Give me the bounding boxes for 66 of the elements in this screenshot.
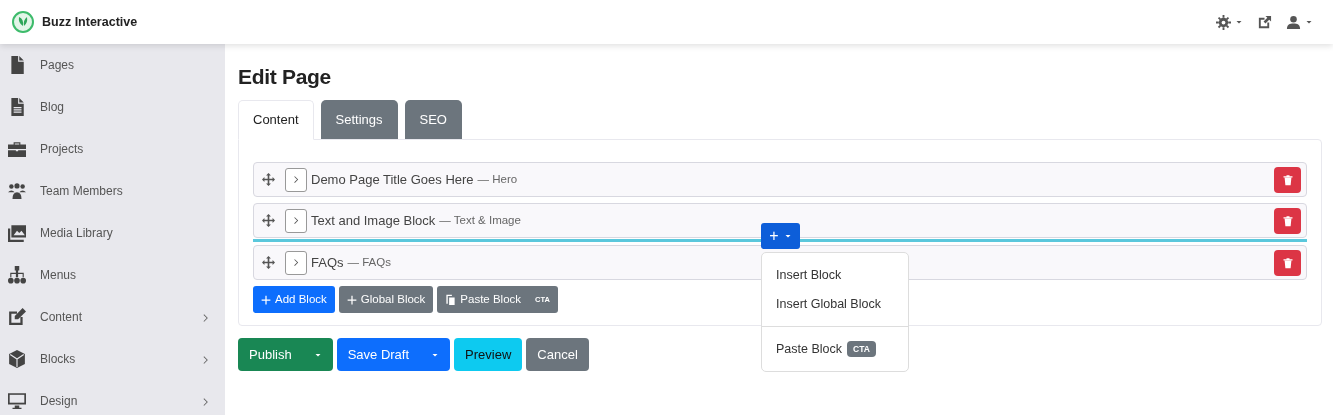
block-title: Text and Image Block [311,211,436,230]
chevron-icon [291,258,301,267]
sidebar-item[interactable]: Blocks [0,338,225,380]
block-type: — Hero [477,171,518,187]
edit-icon [8,308,26,326]
plus-icon [261,294,271,305]
sidebar-item[interactable]: Team Members [0,170,225,212]
move-handle-icon [262,173,275,186]
people-icon [8,182,26,200]
delete-button[interactable] [1274,207,1301,234]
document-icon [8,98,26,116]
sidebar-item[interactable]: Media Library [0,212,225,254]
user-icon [1286,14,1301,30]
move-handle-icon [262,214,275,227]
sidebar-item[interactable]: Design [0,380,225,415]
menu-item[interactable]: Insert Block [762,261,908,290]
save-draft-button[interactable]: Save Draft [336,338,451,372]
global-block-button[interactable]: Global Block [338,286,434,314]
settings-menu[interactable] [1216,14,1243,30]
page-title: Edit Page [238,64,332,90]
briefcase-icon [8,140,26,158]
sidebar-item[interactable]: Projects [0,128,225,170]
external-link-icon[interactable] [1257,14,1272,30]
tab[interactable]: Settings [320,99,398,139]
cancel-button[interactable]: Cancel [526,338,589,372]
sitemap-icon [8,266,26,284]
menu-item[interactable]: Insert Global Block [762,289,908,319]
cube-icon [8,350,26,368]
menu-item[interactable]: Paste Block CTA [762,325,908,364]
expand-button[interactable] [285,208,307,233]
tab[interactable]: SEO [404,99,462,139]
block-type: — Text & Image [439,212,521,228]
sidebar-item[interactable]: Pages [0,44,225,86]
copy-icon [445,294,457,306]
delete-button[interactable] [1274,249,1301,276]
chevron-icon [291,175,301,184]
move-handle-icon [262,256,275,269]
monitor-icon [8,392,26,410]
trash-icon [1281,173,1294,186]
user-menu[interactable] [1286,14,1313,30]
caret-icon [1235,18,1243,26]
preview-button[interactable]: Preview [454,338,523,372]
publish-button[interactable]: Publish [238,338,333,372]
expand-button[interactable] [285,167,307,192]
block-title: Demo Page Title Goes Here [311,170,474,189]
settings-icon [1216,14,1231,30]
trash-icon [1281,256,1294,269]
file-icon [8,56,26,74]
sidebar-item[interactable]: Menus [0,254,225,296]
brand-name[interactable]: Buzz Interactive [42,12,138,32]
images-icon [8,224,26,242]
sidebar-item[interactable]: Blog [0,86,225,128]
clipboard-tag: CTA [847,340,876,357]
block-type: — FAQs [347,254,391,270]
delete-button[interactable] [1274,166,1301,193]
logo [12,11,34,33]
expand-button[interactable] [285,250,307,275]
trash-icon [1281,214,1294,227]
caret-icon [1305,18,1313,26]
plus-icon [346,294,357,305]
insert-button[interactable]: + [761,223,800,249]
sidebar-item[interactable]: Content [0,296,225,338]
add-block-button[interactable]: Add Block [253,286,335,314]
chevron-icon [291,216,301,225]
block-title: FAQs [311,253,344,272]
tab[interactable]: Content [238,99,314,140]
